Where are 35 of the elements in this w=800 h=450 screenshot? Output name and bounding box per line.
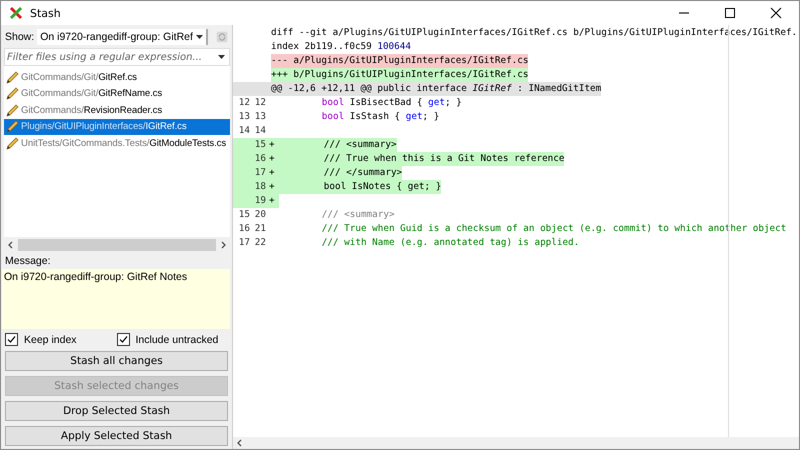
- message-box[interactable]: On i9720-rangediff-group: GitRef Notes: [2, 269, 230, 329]
- action-button[interactable]: Apply Selected Stash: [5, 426, 228, 446]
- stash-dropdown[interactable]: On i9720-rangediff-group: GitRef: [37, 28, 208, 44]
- checkbox[interactable]: [116, 333, 130, 346]
- file-item[interactable]: GitCommands/RevisionReader.cs: [4, 102, 230, 118]
- checkbox-label: Keep index: [24, 334, 77, 346]
- pencil-icon: [6, 87, 19, 100]
- caret-icon: [196, 34, 203, 38]
- action-button[interactable]: Stash all changes: [5, 351, 228, 371]
- horizontal-scrollbar[interactable]: [233, 437, 799, 449]
- pencil-icon: [6, 104, 19, 117]
- diff-line: 12 12 bool IsBisectBad { get; }: [238, 96, 462, 110]
- checkbox[interactable]: [5, 333, 18, 346]
- diff-line: 15 20 /// <summary>: [238, 208, 395, 222]
- diff-line: 16 21 /// True when Guid is a checksum of an object (e.g. commit) to which another object: [238, 222, 786, 236]
- filter-field[interactable]: Filter files using a regular expression...: [4, 48, 230, 66]
- diff-line: 17 22 /// with Name (e.g. annotated tag) is applied.: [238, 236, 580, 250]
- diff-line: diff --git a/Plugins/GitUIPluginInterfaces/IGitRef.cs b/Plugins/GitUIPluginInterfaces/IGitRef.: [270, 26, 798, 40]
- show-label: Show:: [5, 30, 34, 42]
- action-button[interactable]: Drop Selected Stash: [5, 401, 228, 421]
- file-item[interactable]: GitCommands/Git/GitRefName.cs: [4, 86, 230, 102]
- diff-line: index 2b119..f0c59 100644: [270, 40, 411, 54]
- window-title: Stash: [30, 6, 61, 20]
- pencil-icon: [6, 136, 19, 150]
- pencil-icon: [6, 70, 19, 84]
- cross-icon: [9, 6, 23, 20]
- message-label: Message:: [4, 254, 52, 269]
- pencil-icon: [6, 120, 19, 134]
- caret-icon[interactable]: [218, 55, 225, 59]
- file-item[interactable]: GitCommands/Git/GitRef.cs: [4, 69, 230, 86]
- file-item[interactable]: Plugins/GitUIPluginInterfaces/IGitRef.cs: [4, 118, 230, 135]
- diff-line: 14 14: [238, 124, 267, 138]
- diff-line: 13 13 bool IsStash { get; }: [238, 110, 440, 124]
- checkbox-label: Include untracked: [136, 334, 218, 346]
- file-item[interactable]: UnitTests/GitCommands.Tests/GitModuleTests.cs: [4, 135, 230, 152]
